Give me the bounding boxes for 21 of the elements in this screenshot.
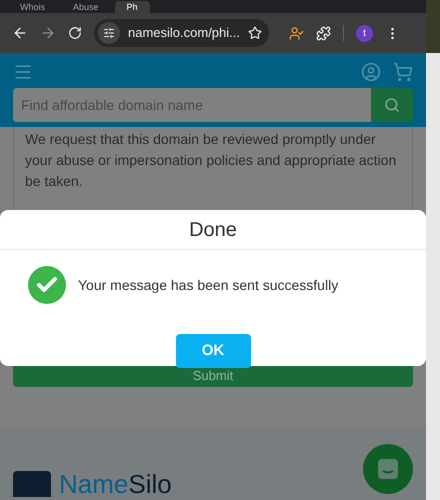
search-button[interactable]: [371, 88, 413, 122]
site-info-icon[interactable]: [103, 27, 115, 39]
dialog-title: Done: [0, 210, 426, 250]
url-text: namesilo.com/phi...: [128, 24, 240, 42]
extension-icon[interactable]: [289, 26, 304, 40]
browser-tab[interactable]: Whois: [8, 1, 58, 13]
address-bar[interactable]: namesilo.com/phi...: [94, 19, 269, 47]
success-icon: [28, 266, 66, 304]
back-icon[interactable]: [12, 25, 28, 41]
chat-icon: [376, 457, 400, 481]
search-icon: [384, 97, 400, 113]
forward-icon[interactable]: [40, 25, 56, 41]
star-icon[interactable]: [248, 26, 262, 40]
browser-tab[interactable]: Abuse: [61, 1, 111, 13]
logo-text: NameSilo: [59, 470, 172, 498]
dialog-message: Your message has been sent successfully: [78, 276, 338, 295]
browser-tab[interactable]: Ph: [114, 1, 150, 13]
reload-icon[interactable]: [68, 26, 82, 40]
extensions-icon[interactable]: [316, 26, 331, 40]
profile-avatar[interactable]: t: [356, 24, 373, 42]
logo-icon: [13, 471, 51, 497]
